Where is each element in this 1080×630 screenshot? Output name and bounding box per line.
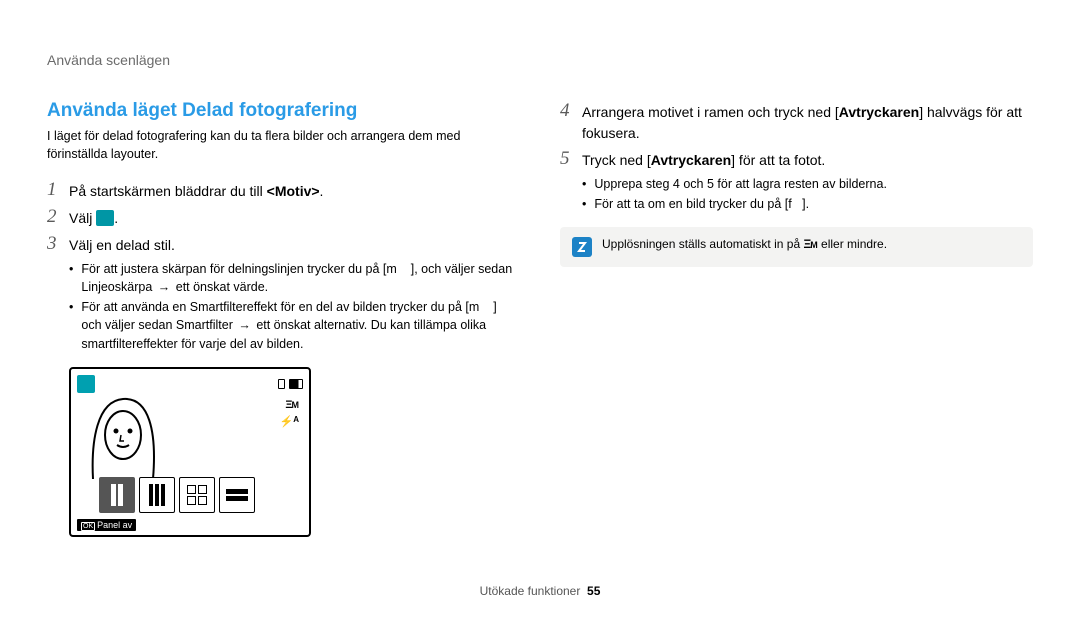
menu-key-icon: m <box>469 300 493 314</box>
section-title: Använda läget Delad fotografering <box>47 100 520 122</box>
ok-panel-label: OKPanel av <box>77 519 136 531</box>
refresh-key-icon: f <box>788 197 802 211</box>
info-note: Upplösningen ställs automatiskt in på ΞM… <box>560 227 1033 267</box>
step-4: 4 Arrangera motivet i ramen och tryck ne… <box>560 100 1033 144</box>
page-footer: Utökade funktioner 55 <box>0 584 1080 598</box>
s5-post: ] för att ta fotot. <box>731 152 825 168</box>
b1-bold: Linjeoskärpa <box>81 280 152 294</box>
rb2-pre: För att ta om en bild trycker du på [ <box>594 197 788 211</box>
right-bullet-2: För att ta om en bild trycker du på [f ]… <box>582 195 1033 213</box>
face-illustration <box>87 391 159 479</box>
flash-label: A <box>293 415 299 424</box>
running-head: Använda scenlägen <box>47 52 170 68</box>
step-3-text: Välj en delad stil. <box>69 233 175 256</box>
footer-text: Utökade funktioner <box>480 584 581 598</box>
rb2-post: ]. <box>802 197 809 211</box>
b1-post: ett önskat värde. <box>172 280 268 294</box>
layout-option-2cols-selected <box>99 477 135 513</box>
step-number: 1 <box>47 179 69 202</box>
step-number: 4 <box>560 100 582 144</box>
left-column: Använda läget Delad fotografering I läge… <box>47 100 520 537</box>
arrow-icon: → <box>158 278 171 296</box>
layout-option-3cols <box>139 477 175 513</box>
left-bullet-1: För att justera skärpan för delningslinj… <box>69 260 520 296</box>
split-mode-icon <box>96 210 114 226</box>
layout-option-grid <box>179 477 215 513</box>
left-bullet-2: För att använda en Smartfiltereffekt för… <box>69 298 520 352</box>
step-number: 5 <box>560 148 582 171</box>
step-1-text-pre: På startskärmen bläddrar du till <box>69 183 267 199</box>
b2-pre: För att använda en Smartfiltereffekt för… <box>81 300 468 314</box>
intro-text: I läget för delad fotografering kan du t… <box>47 128 520 163</box>
step-1-text-bold: <Motiv> <box>267 183 320 199</box>
resolution-label: M <box>292 400 300 410</box>
right-column: 4 Arrangera motivet i ramen och tryck ne… <box>560 100 1033 537</box>
b2-bold: Smartfilter <box>176 318 233 332</box>
right-status-group: ΞM ⚡A <box>280 397 299 432</box>
info-text: Upplösningen ställs automatiskt in på ΞM… <box>602 237 887 253</box>
layout-panel-row <box>99 477 255 513</box>
step-1: 1 På startskärmen bläddrar du till <Moti… <box>47 179 520 202</box>
step-number: 3 <box>47 233 69 256</box>
arrow-icon: → <box>238 316 251 334</box>
step-3: 3 Välj en delad stil. <box>47 233 520 256</box>
s5-bold: Avtryckaren <box>651 152 731 168</box>
b1-mid: ], och väljer sedan <box>411 262 512 276</box>
step-2-text: Välj <box>69 210 96 226</box>
info-icon <box>572 237 592 257</box>
s5-pre: Tryck ned [ <box>582 152 651 168</box>
step-2: 2 Välj . <box>47 206 520 229</box>
right-bullet-1: Upprepa steg 4 och 5 för att lagra reste… <box>582 175 1033 193</box>
step-1-text-post: . <box>320 183 324 199</box>
page-number: 55 <box>587 584 600 598</box>
status-icons <box>278 379 303 389</box>
rb1-text: Upprepa steg 4 och 5 för att lagra reste… <box>594 175 887 193</box>
s4-pre: Arrangera motivet i ramen och tryck ned … <box>582 104 839 120</box>
camera-screen-illustration: ΞM ⚡A OKPanel av <box>69 367 311 537</box>
b1-pre: För att justera skärpan för delningslinj… <box>81 262 386 276</box>
s4-bold: Avtryckaren <box>839 104 919 120</box>
menu-key-icon: m <box>386 262 410 276</box>
step-number: 2 <box>47 206 69 229</box>
step-5: 5 Tryck ned [Avtryckaren] för att ta fot… <box>560 148 1033 171</box>
layout-option-2rows <box>219 477 255 513</box>
